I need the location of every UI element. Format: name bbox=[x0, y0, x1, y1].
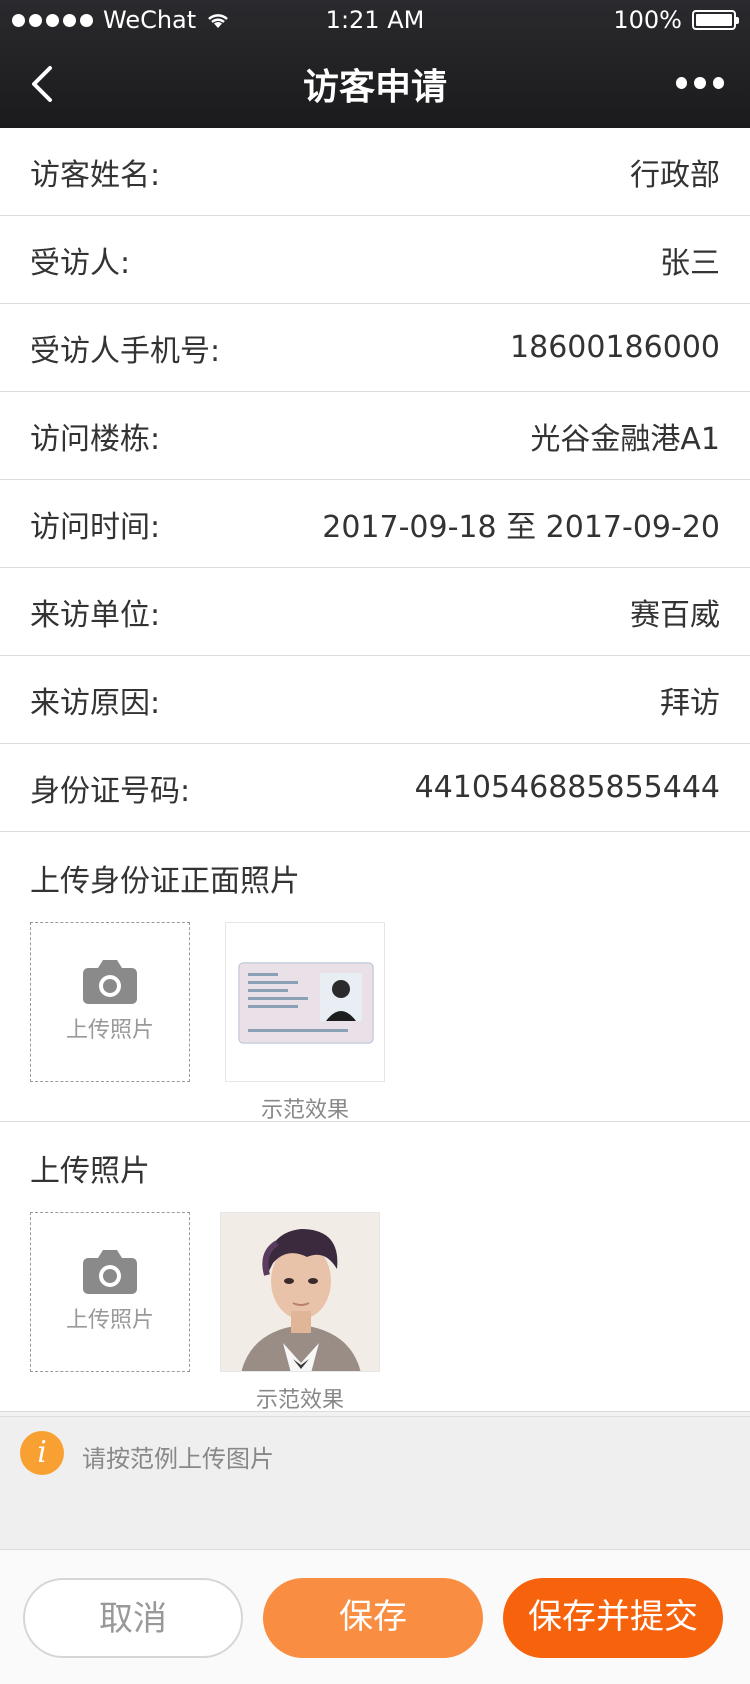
field-label: 访问时间: bbox=[30, 509, 161, 545]
field-label: 访问楼栋: bbox=[30, 421, 161, 457]
field-label: 受访人手机号: bbox=[30, 333, 221, 369]
field-value: 4410546885855444 bbox=[414, 770, 720, 805]
hint-text: 请按范例上传图片 bbox=[82, 1445, 274, 1473]
nav-bar: 访客申请 bbox=[0, 40, 750, 128]
page-title: 访客申请 bbox=[302, 67, 447, 108]
battery-icon bbox=[692, 10, 739, 30]
field-value: 赛百威 bbox=[630, 597, 720, 633]
field-value: 18600186000 bbox=[510, 330, 720, 365]
visitor-form: 访客姓名: 行政部 受访人: 张三 受访人手机号: 18600186000 访问… bbox=[0, 128, 750, 1414]
field-value: 张三 bbox=[660, 245, 720, 281]
upload-photo-button[interactable]: 上传照片 bbox=[30, 1212, 190, 1372]
cancel-button[interactable]: 取消 bbox=[23, 1578, 243, 1658]
section-title: 上传照片 bbox=[30, 1154, 150, 1189]
upload-label: 上传照片 bbox=[65, 1308, 154, 1333]
id-upload-section: 上传身份证正面照片 上传照片 示范效果 bbox=[0, 832, 750, 1124]
form-row-host[interactable]: 受访人: 张三 bbox=[0, 216, 750, 304]
battery-percent: 100% bbox=[613, 6, 682, 34]
upload-label: 上传照片 bbox=[65, 1018, 154, 1043]
field-value: 2017-09-18 至 2017-09-20 bbox=[322, 509, 720, 545]
field-label: 来访单位: bbox=[30, 597, 161, 633]
form-row-building[interactable]: 访问楼栋: 光谷金融港A1 bbox=[0, 392, 750, 480]
form-row-visitor-name[interactable]: 访客姓名: 行政部 bbox=[0, 128, 750, 216]
form-row-reason[interactable]: 来访原因: 拜访 bbox=[0, 656, 750, 744]
save-button[interactable]: 保存 bbox=[263, 1578, 483, 1658]
action-bar: 取消 保存 保存并提交 bbox=[0, 1549, 750, 1684]
hint-bar: i 请按范例上传图片 bbox=[0, 1416, 750, 1549]
field-label: 访客姓名: bbox=[30, 157, 161, 193]
upload-id-button[interactable]: 上传照片 bbox=[30, 922, 190, 1082]
id-sample: 示范效果 bbox=[225, 922, 385, 1124]
camera-icon bbox=[83, 1250, 137, 1294]
info-icon: i bbox=[20, 1431, 64, 1475]
camera-icon bbox=[83, 960, 137, 1004]
status-bar: WeChat 1:21 AM 100% bbox=[0, 0, 750, 40]
field-value: 光谷金融港A1 bbox=[530, 421, 720, 457]
form-row-visit-time[interactable]: 访问时间: 2017-09-18 至 2017-09-20 bbox=[0, 480, 750, 568]
field-value: 行政部 bbox=[630, 157, 720, 193]
sample-caption: 示范效果 bbox=[255, 1388, 344, 1413]
field-label: 身份证号码: bbox=[30, 773, 191, 809]
form-row-host-phone[interactable]: 受访人手机号: 18600186000 bbox=[0, 304, 750, 392]
field-label: 受访人: bbox=[30, 245, 131, 281]
form-row-id-number[interactable]: 身份证号码: 4410546885855444 bbox=[0, 744, 750, 832]
photo-upload-section: 上传照片 上传照片 示范效果 bbox=[0, 1122, 750, 1414]
field-value: 拜访 bbox=[660, 685, 720, 721]
section-title: 上传身份证正面照片 bbox=[30, 864, 300, 899]
id-card-sample-image bbox=[225, 922, 385, 1082]
photo-sample: 示范效果 bbox=[220, 1212, 380, 1414]
form-row-company[interactable]: 来访单位: 赛百威 bbox=[0, 568, 750, 656]
save-and-submit-button[interactable]: 保存并提交 bbox=[503, 1578, 723, 1658]
field-label: 来访原因: bbox=[30, 685, 161, 721]
portrait-sample-image bbox=[220, 1212, 380, 1372]
top-bar: WeChat 1:21 AM 100% 访客申请 bbox=[0, 0, 750, 128]
sample-caption: 示范效果 bbox=[260, 1098, 349, 1123]
more-dots-icon[interactable] bbox=[676, 70, 724, 96]
